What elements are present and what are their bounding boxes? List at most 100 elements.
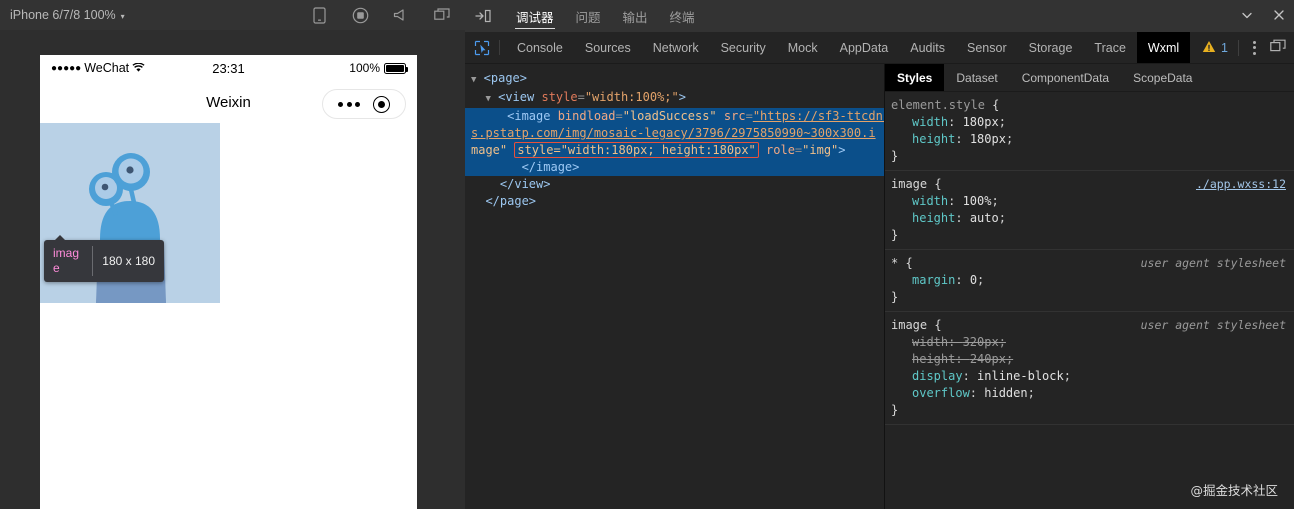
css-declaration[interactable]: height: 240px;	[891, 351, 1286, 368]
css-declaration[interactable]: height: 180px;	[891, 131, 1286, 148]
tab-problems[interactable]: 问题	[565, 0, 612, 32]
wxml-tag-view-close: </view>	[499, 177, 551, 191]
css-declaration[interactable]: overflow: hidden;	[891, 385, 1286, 402]
css-property[interactable]: height	[912, 132, 955, 146]
tab-storage[interactable]: Storage	[1018, 32, 1084, 63]
css-value[interactable]: 0	[970, 273, 977, 287]
tab-scopedata[interactable]: ScopeData	[1121, 64, 1204, 91]
css-rule[interactable]: * { user agent stylesheet margin: 0; }	[885, 250, 1294, 312]
css-declaration[interactable]: width: 180px;	[891, 114, 1286, 131]
wechat-capsule-button[interactable]	[322, 89, 406, 119]
css-value[interactable]: 180px	[970, 132, 1006, 146]
css-value[interactable]: 320px	[963, 335, 999, 349]
css-rule-source-link[interactable]: ./app.wxss:12	[1186, 176, 1286, 193]
css-value[interactable]: inline-block	[977, 369, 1064, 383]
css-property[interactable]: width	[912, 335, 948, 349]
css-rule[interactable]: image { user agent stylesheet width: 320…	[885, 312, 1294, 425]
css-rule[interactable]: element.style { width: 180px; height: 18…	[885, 92, 1294, 171]
tab-styles[interactable]: Styles	[885, 64, 945, 91]
tab-trace[interactable]: Trace	[1083, 32, 1137, 63]
inspect-cursor-icon[interactable]	[465, 32, 499, 63]
wxml-tree-pane[interactable]: ▼ <page> ▼ <view style="width:100%;"> <i…	[465, 64, 884, 509]
phone-icon[interactable]	[310, 6, 328, 24]
css-selector[interactable]: image	[891, 176, 927, 193]
record-icon[interactable]	[351, 6, 369, 24]
css-property[interactable]: width	[912, 194, 948, 208]
css-rule[interactable]: image { ./app.wxss:12 width: 100%; heigh…	[885, 171, 1294, 250]
css-selector[interactable]: *	[891, 255, 898, 272]
css-property[interactable]: display	[912, 369, 963, 383]
tab-dataset[interactable]: Dataset	[944, 64, 1009, 91]
battery-icon	[384, 62, 408, 74]
css-rule-close: }	[891, 403, 899, 417]
css-selector[interactable]: element.style	[891, 97, 985, 114]
tab-wxml[interactable]: Wxml	[1136, 32, 1191, 63]
wxml-tag-image-close: </image>	[521, 160, 580, 174]
css-value[interactable]: hidden	[984, 386, 1027, 400]
dock-left-icon[interactable]	[475, 9, 491, 23]
disclosure-triangle-icon[interactable]: ▼	[471, 75, 476, 85]
wxml-attr-style-value: "width:100%;"	[584, 90, 679, 104]
css-value[interactable]: 240px	[970, 352, 1006, 366]
wxml-image-line-3: mage" style="width:180px; height:180px" …	[471, 142, 846, 158]
css-rule-header: * { user agent stylesheet	[891, 255, 1286, 272]
simulator-toolbar: iPhone 6/7/8 100% ▾	[0, 0, 465, 30]
tab-appdata[interactable]: AppData	[829, 32, 900, 63]
css-rules-list[interactable]: element.style { width: 180px; height: 18…	[885, 92, 1294, 509]
tab-audits[interactable]: Audits	[899, 32, 956, 63]
css-property[interactable]: width	[912, 115, 948, 129]
css-declaration[interactable]: width: 320px;	[891, 334, 1286, 351]
tab-mock[interactable]: Mock	[777, 32, 829, 63]
kebab-menu-icon[interactable]	[1249, 40, 1260, 55]
css-rule-close: }	[891, 290, 899, 304]
css-value[interactable]: 100%	[963, 194, 992, 208]
warning-indicator[interactable]: 1	[1202, 40, 1228, 56]
wxml-view-bracket: >	[678, 90, 686, 104]
css-property[interactable]: overflow	[912, 386, 970, 400]
inspector-tooltip: image 180 x 180	[44, 235, 164, 282]
wxml-image-line-1: <image bindload="loadSuccess" src="https…	[471, 108, 884, 125]
css-property[interactable]: height	[912, 352, 955, 366]
css-selector[interactable]: image	[891, 317, 927, 334]
wxml-attr-src-value-part1[interactable]: "https://sf3-ttcdn-to	[753, 109, 884, 123]
wxml-line-page-close[interactable]: </page>	[465, 193, 884, 210]
device-selector[interactable]: iPhone 6/7/8 100% ▾	[10, 8, 125, 22]
panel-tabs-actions: 1	[1202, 32, 1294, 63]
css-declaration[interactable]: height: auto;	[891, 210, 1286, 227]
wxml-image-bracket: >	[838, 143, 846, 157]
wxml-selected-node[interactable]: <image bindload="loadSuccess" src="https…	[465, 108, 884, 176]
chevron-down-icon[interactable]	[1240, 8, 1254, 25]
wxml-attr-src-value-part2[interactable]: s.pstatp.com/img/mosaic-legacy/3796/2975…	[471, 126, 876, 140]
tab-sources[interactable]: Sources	[574, 32, 642, 63]
css-value[interactable]: 180px	[963, 115, 999, 129]
css-declaration[interactable]: width: 100%;	[891, 193, 1286, 210]
tab-security[interactable]: Security	[710, 32, 777, 63]
chevron-down-icon: ▾	[120, 11, 125, 21]
css-declaration[interactable]: margin: 0;	[891, 272, 1286, 289]
wxml-attr-style-highlighted[interactable]: style="width:180px; height:180px"	[514, 142, 759, 158]
close-icon[interactable]	[1272, 8, 1286, 25]
tab-componentdata[interactable]: ComponentData	[1010, 64, 1121, 91]
css-value[interactable]: auto	[970, 211, 999, 225]
disclosure-triangle-icon[interactable]: ▼	[485, 94, 490, 104]
css-property[interactable]: height	[912, 211, 955, 225]
volume-icon[interactable]	[392, 6, 410, 24]
tab-output[interactable]: 输出	[612, 0, 659, 32]
tab-terminal[interactable]: 终端	[659, 0, 706, 32]
css-declaration[interactable]: display: inline-block;	[891, 368, 1286, 385]
css-property[interactable]: margin	[912, 273, 955, 287]
multiwindow-icon[interactable]	[433, 6, 451, 24]
wxml-tag-view: <view	[498, 90, 542, 104]
wxml-attr-src-value-part3: mage"	[471, 143, 508, 157]
wxml-attr-role-value: "img"	[802, 143, 839, 157]
target-icon[interactable]	[372, 95, 390, 113]
tab-sensor[interactable]: Sensor	[956, 32, 1018, 63]
tab-debugger[interactable]: 调试器	[505, 0, 565, 32]
wxml-line-view-open[interactable]: ▼ <view style="width:100%;">	[465, 89, 884, 108]
dock-panel-icon[interactable]	[1270, 39, 1286, 57]
wxml-line-page-open[interactable]: ▼ <page>	[465, 70, 884, 89]
tab-network[interactable]: Network	[642, 32, 710, 63]
wxml-line-view-close[interactable]: </view>	[465, 176, 884, 193]
tab-console[interactable]: Console	[506, 32, 574, 63]
more-dots-icon[interactable]	[338, 101, 361, 107]
